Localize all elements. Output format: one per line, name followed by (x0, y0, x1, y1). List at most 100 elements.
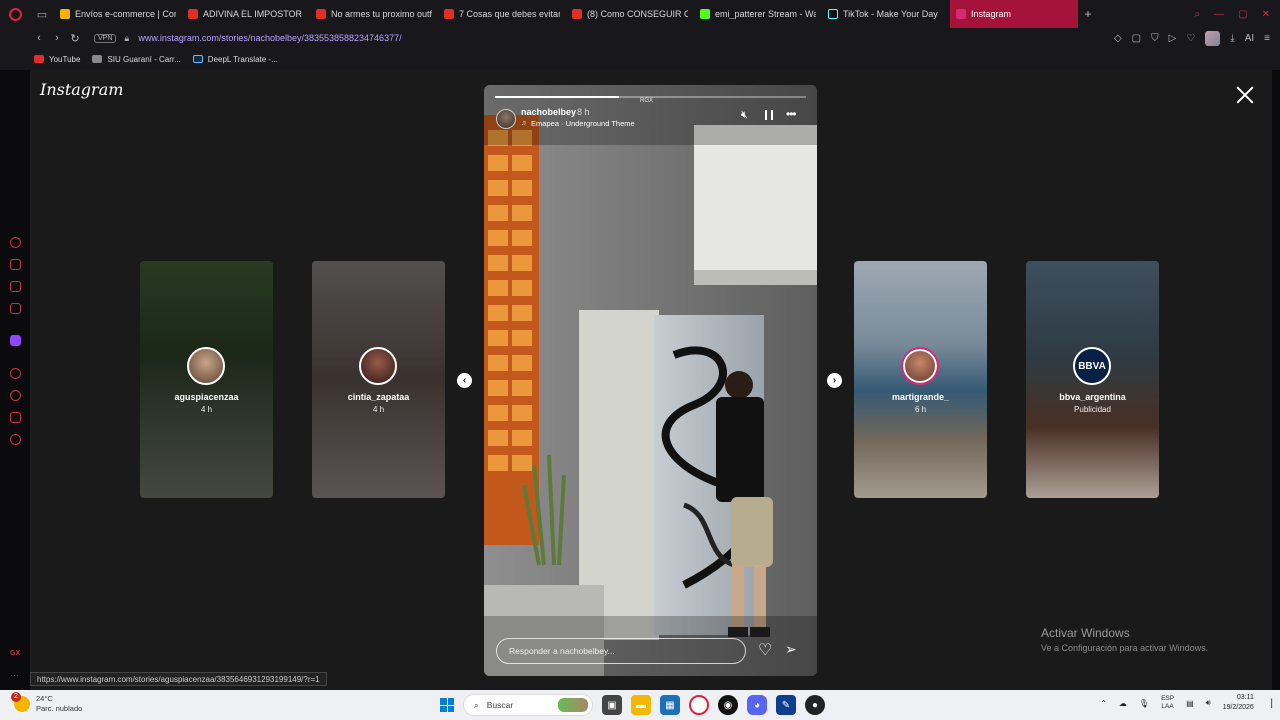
aria-icon[interactable] (10, 237, 21, 248)
story-preview-martigrande[interactable]: martigrande_ 6 h (854, 261, 987, 498)
address-bar: ‹ › ↻ VPN 🔒︎ www.instagram.com/stories/n… (0, 28, 1280, 48)
taskbar-search[interactable]: ⌕ Buscar (463, 694, 593, 716)
close-stories-button[interactable] (1234, 84, 1256, 106)
aria-ai-button[interactable]: AI (1245, 33, 1254, 44)
microphone-icon[interactable]: 🎙︎ (1139, 699, 1149, 708)
search-tabs-icon[interactable]: ⌕ (1195, 9, 1201, 20)
tab-outfit[interactable]: No armes tu proximo outf (310, 0, 438, 28)
story-music[interactable]: Emapea · Underground Theme (531, 119, 635, 128)
profile-avatar[interactable] (1205, 30, 1221, 46)
preview-username: cintia_zapataa (347, 392, 410, 402)
tab-7-cosas[interactable]: 7 Cosas que debes evitar (438, 0, 566, 28)
obs-icon[interactable]: ● (805, 695, 825, 715)
back-button[interactable]: ‹ (30, 32, 48, 44)
heart-icon[interactable]: ♡ (1186, 33, 1195, 44)
workspaces-icon[interactable] (10, 259, 21, 270)
next-story-button[interactable]: › (827, 373, 842, 388)
opera-gx-taskbar-icon[interactable] (689, 695, 709, 715)
tab-instagram[interactable]: Instagram (950, 0, 1078, 28)
system-tray: ⌃ ☁ 🎙︎ ESP LAA ▤ 🔊︎ 03:11 19/2/2026 ▕ (1100, 693, 1272, 713)
bookmark-youtube[interactable]: YouTube (34, 55, 80, 64)
github-icon[interactable]: ◉ (718, 695, 738, 715)
pause-icon[interactable] (765, 110, 773, 120)
music-player-icon[interactable] (10, 303, 21, 314)
lock-icon[interactable]: 🔒︎ (124, 33, 138, 44)
tab-kick-stream[interactable]: emi_patterer Stream - Wa (694, 0, 822, 28)
gx-icon[interactable]: GX (10, 650, 21, 661)
tab-envios[interactable]: Envíos e-commerce | Cor (54, 0, 182, 28)
reply-input[interactable] (496, 638, 746, 664)
tray-chevron-icon[interactable]: ⌃ (1100, 699, 1107, 708)
clock-icon[interactable] (10, 390, 21, 401)
editor-icon[interactable]: ✎ (776, 695, 796, 715)
opera-menu-button[interactable] (0, 0, 30, 28)
task-view-icon[interactable]: ▣ (602, 695, 622, 715)
maximize-button[interactable]: ▢ (1238, 9, 1247, 20)
main-story[interactable]: RGX nachobelbey 8 h ♫ Emapea · Undergrou… (484, 85, 817, 676)
clock[interactable]: 03:11 19/2/2026 (1223, 693, 1254, 713)
tab-conseguir[interactable]: (8) Como CONSEGUIR CL (566, 0, 694, 28)
bookmark-deepl[interactable]: DeepL Translate -... (192, 55, 278, 64)
play-icon[interactable]: ▷ (1169, 33, 1177, 44)
download-icon[interactable]: ⤓ (1230, 33, 1234, 44)
shield-icon[interactable]: ⛉ (1151, 33, 1159, 44)
avatar (901, 347, 939, 385)
twitch-icon[interactable] (10, 335, 21, 346)
story-progress-fill (495, 96, 620, 98)
close-window-button[interactable]: ✕ (1262, 9, 1270, 20)
extensions-icon[interactable] (10, 412, 21, 423)
weather-temperature: 24°C (36, 694, 53, 703)
volume-icon[interactable]: 🔊︎ (1206, 698, 1211, 708)
bookmark-siu-guarani[interactable]: SIU Guaraní - Carr... (92, 55, 181, 64)
file-explorer-icon[interactable]: ▬ (631, 695, 651, 715)
like-heart-icon[interactable]: ♡ (758, 640, 772, 660)
story-preview-aguspiacenzaa[interactable]: aguspiacenzaa 4 h (140, 261, 273, 498)
tab-tiktok[interactable]: TikTok - Make Your Day (822, 0, 950, 28)
minimize-button[interactable]: — (1214, 9, 1224, 20)
new-tab-button[interactable]: + (1078, 7, 1098, 21)
bookmark-page-icon[interactable]: ◇ (1114, 33, 1122, 44)
previous-story-button[interactable]: ‹ (457, 373, 472, 388)
onedrive-icon[interactable]: ☁ (1119, 699, 1127, 708)
menu-icon[interactable]: ≡ (1264, 33, 1270, 44)
snapshot-icon[interactable]: ▢ (1132, 33, 1141, 44)
story-username[interactable]: nachobelbey (521, 107, 576, 117)
tab-adivina[interactable]: ADIVINA EL IMPOSTOR FU (182, 0, 310, 28)
reload-button[interactable]: ↻ (66, 32, 84, 45)
windows-start-icon[interactable] (440, 698, 454, 712)
share-send-icon[interactable]: ➢ (785, 641, 797, 658)
instagram-logo[interactable]: Instagram (40, 80, 123, 99)
windows-activation-subtitle: Ve a Configuración para activar Windows. (1041, 643, 1209, 653)
search-highlight-icon (558, 698, 588, 712)
story-preview-cintia-zapataa[interactable]: cintia_zapataa 4 h (312, 261, 445, 498)
settings-icon[interactable] (10, 434, 21, 445)
discord-icon[interactable]: ◕ (747, 695, 767, 715)
weather-widget[interactable]: 2 24°C Parc. nublado (11, 692, 82, 714)
bookmarks-bar: YouTube SIU Guaraní - Carr... DeepL Tran… (0, 48, 1280, 70)
tiktok-favicon-icon (828, 9, 838, 19)
messenger-icon[interactable] (10, 281, 21, 292)
forward-button[interactable]: › (48, 32, 66, 44)
music-icon: ♫ (521, 120, 527, 127)
youtube-favicon-icon (572, 9, 582, 19)
history-icon[interactable] (10, 368, 21, 379)
vpn-badge[interactable]: VPN (94, 33, 117, 43)
search-icon: ⌕ (474, 699, 479, 710)
language-indicator[interactable]: ESP LAA (1161, 695, 1174, 711)
sidebar-more-icon[interactable]: ··· (10, 670, 21, 681)
story-top-label: RGX (640, 98, 654, 104)
status-url-tooltip: https://www.instagram.com/stories/aguspi… (30, 672, 327, 686)
youtube-favicon-icon (444, 9, 454, 19)
store-icon[interactable]: ▦ (660, 695, 680, 715)
avatar[interactable] (496, 109, 516, 129)
avatar (359, 347, 397, 385)
story-preview-bbva-argentina[interactable]: BBVA bbva_argentina Publicidad (1026, 261, 1159, 498)
mute-icon[interactable]: 🔇︎ (741, 109, 748, 122)
notification-badge: 2 (11, 692, 21, 702)
url-field[interactable]: www.instagram.com/stories/nachobelbey/38… (138, 33, 401, 43)
tab-overview-icon[interactable]: ▭ (30, 0, 54, 28)
notifications-icon[interactable]: ▕ (1266, 699, 1272, 708)
siu-icon (92, 55, 103, 63)
network-icon[interactable]: ▤ (1186, 699, 1194, 708)
more-options-icon[interactable]: ••• (786, 107, 797, 121)
